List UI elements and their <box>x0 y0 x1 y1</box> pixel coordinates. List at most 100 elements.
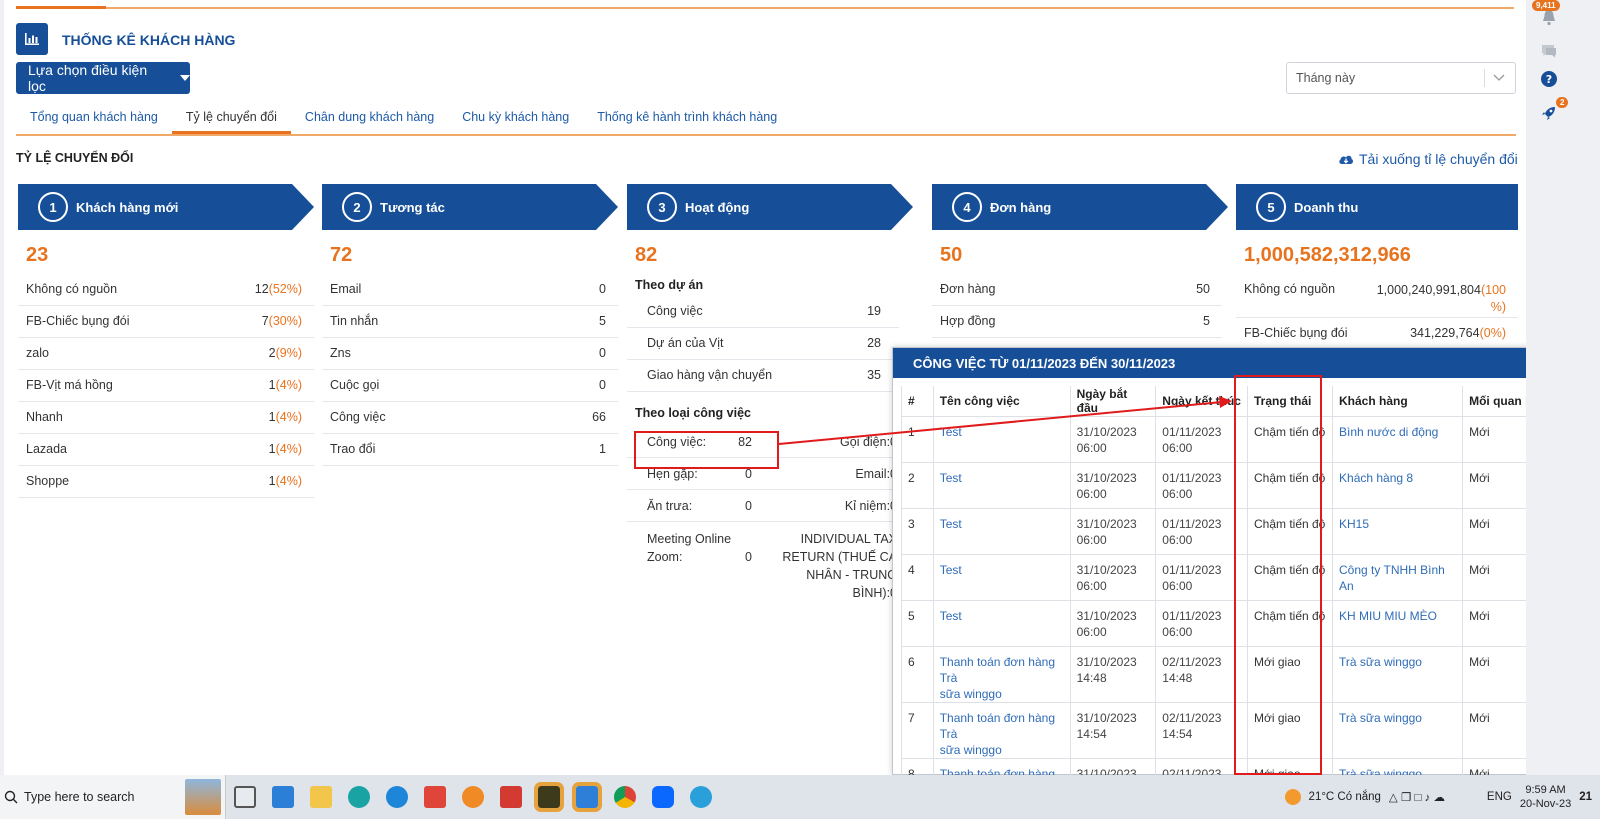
column-header: Tên công việc <box>932 386 1071 417</box>
row-percent: (4%) <box>275 410 302 424</box>
task-view-icon[interactable] <box>234 786 256 808</box>
caret-down-icon <box>180 75 190 81</box>
row-label: Giao hàng vận chuyển <box>647 368 773 382</box>
stage-revenue: 5 Doanh thu 1,000,582,312,966 Không có n… <box>1236 184 1518 350</box>
row-number: 3 <box>901 507 934 555</box>
date-text: 02/11/2023 <box>1162 710 1222 725</box>
tab-bar: Tổng quan khách hàng Tỷ lệ chuyển đổi Ch… <box>16 100 1516 136</box>
language-indicator[interactable]: ENG <box>1487 791 1512 803</box>
task-name-link[interactable]: Test <box>932 415 1071 463</box>
type-label: Kỉ niệm: <box>844 498 891 513</box>
stage-number: 2 <box>342 192 372 222</box>
filter-conditions-button[interactable]: Lựa chọn điều kiện lọc <box>16 62 190 94</box>
time-text: 06:00 <box>1076 440 1107 455</box>
customer-link[interactable]: KH MIU MIU MÈO <box>1332 599 1464 647</box>
firefox-icon[interactable] <box>462 786 484 808</box>
status-column-highlight <box>1234 375 1322 775</box>
time-text: 06:00 <box>1162 440 1193 455</box>
tab-customer-journey[interactable]: Thống kê hành trình khách hàng <box>583 100 791 134</box>
snipping-tool-icon[interactable] <box>572 782 602 812</box>
stage-total: 1,000,582,312,966 <box>1244 244 1411 266</box>
anydesk-icon[interactable] <box>500 786 522 808</box>
row-label: Shoppe <box>26 474 70 488</box>
tax-label-line: INDIVIDUAL TAX <box>800 532 897 546</box>
time-text: 14:48 <box>1162 670 1193 685</box>
row-value: 1 <box>268 410 276 424</box>
tab-conversion-rate[interactable]: Tỷ lệ chuyển đổi <box>171 100 291 134</box>
download-conversion-link[interactable]: Tải xuống tỉ lệ chuyển đổi <box>1338 151 1518 167</box>
row-percent: (9%) <box>275 346 302 360</box>
row-label: Cuộc gọi <box>330 378 380 392</box>
customer-link[interactable]: Công ty TNHH Bình An <box>1332 553 1464 601</box>
start-date-cell: 31/10/2023 06:00 <box>1069 599 1157 647</box>
file-explorer-icon[interactable] <box>310 786 332 808</box>
row-label: Nhanh <box>26 410 63 424</box>
task-name-link[interactable]: Thanh toán đơn hàng Trà sữa winggo <box>932 645 1071 703</box>
tab-overview[interactable]: Tổng quan khách hàng <box>16 100 172 134</box>
tax-label-line: RETURN (THUẾ CÁ <box>782 550 897 564</box>
customer-link[interactable]: Bình nước di động <box>1332 415 1464 463</box>
row-value: 1,000,240,991,804 <box>1376 283 1481 297</box>
row-number: 4 <box>901 553 934 601</box>
by-type-heading: Theo loại công việc <box>635 406 751 420</box>
customer-link[interactable]: KH15 <box>1332 507 1464 555</box>
row-percent: (4%) <box>275 378 302 392</box>
row-value: 28 <box>867 336 881 350</box>
time-text: 06:00 <box>1076 578 1107 593</box>
tray-icons[interactable]: △ ❐ □ ♪ ☁ <box>1389 790 1479 804</box>
chat-icon[interactable] <box>1540 42 1558 60</box>
list-item: Trao đổi 1 <box>322 434 618 466</box>
task-name-link[interactable]: Test <box>932 507 1071 555</box>
app-red-icon[interactable] <box>424 786 446 808</box>
by-project-heading: Theo dự án <box>635 278 704 292</box>
select-separator <box>1484 69 1485 87</box>
telegram-icon[interactable] <box>690 786 712 808</box>
stage-total: 72 <box>330 244 353 266</box>
column-header: Khách hàng <box>1332 386 1464 417</box>
task-name-line: sữa winggo <box>939 742 1002 757</box>
row-label: FB-Chiếc bụng đói <box>1244 326 1348 340</box>
time-text: 14:54 <box>1162 726 1193 741</box>
row-value: 50 <box>1196 282 1210 296</box>
weather-text[interactable]: 21°C Có nắng <box>1309 791 1381 803</box>
todo-icon[interactable] <box>272 786 294 808</box>
task-name-link[interactable]: Test <box>932 461 1071 509</box>
tab-customer-portrait[interactable]: Chân dung khách hàng <box>291 100 448 134</box>
date-text: 01/11/2023 <box>1162 470 1222 485</box>
tab-customer-cycle[interactable]: Chu kỳ khách hàng <box>448 100 583 134</box>
edge-icon[interactable] <box>348 786 370 808</box>
skype-icon[interactable] <box>386 786 408 808</box>
task-name-link[interactable]: Test <box>932 553 1071 601</box>
rocket-icon[interactable] <box>1540 104 1558 122</box>
table-row: 5 Test 31/10/2023 06:00 01/11/2023 06:00 C… <box>901 599 1551 647</box>
stage-label: Hoạt động <box>685 199 750 215</box>
list-item: Shoppe 1(4%) <box>18 466 314 498</box>
customer-link[interactable]: Trà sữa winggo <box>1332 645 1464 703</box>
task-name-link[interactable]: Thanh toán đơn hàng Trà sữa winggo <box>932 701 1071 759</box>
weather-sun-icon <box>1284 789 1301 805</box>
taskbar-search[interactable]: Type here to search <box>0 775 226 819</box>
row-label: Không có nguồn <box>26 282 118 296</box>
period-select[interactable]: Tháng này <box>1286 62 1516 94</box>
chrome-icon[interactable] <box>614 786 636 808</box>
zalo-icon[interactable] <box>652 786 674 808</box>
help-icon[interactable]: ? <box>1540 70 1558 88</box>
stage-number: 1 <box>38 192 68 222</box>
clock[interactable]: 9:59 AM 20-Nov-23 <box>1520 783 1571 811</box>
tasks-table: # Tên công việc Ngày bắt đầu Ngày kết th… <box>901 386 1551 805</box>
list-item: Cuộc gọi 0 <box>322 370 618 402</box>
download-label: Tải xuống tỉ lệ chuyển đổi <box>1359 151 1518 167</box>
customer-link[interactable]: Trà sữa winggo <box>1332 701 1464 759</box>
type-cell: Email:0 <box>772 467 897 481</box>
date-text: 31/10/2023 <box>1076 516 1137 531</box>
chevron-down-icon <box>1493 74 1505 81</box>
task-name-link[interactable]: Test <box>932 599 1071 647</box>
notification-center-count[interactable]: 21 <box>1579 791 1592 803</box>
row-value: 35 <box>867 368 881 382</box>
list-item: FB-Vịt má hồng 1(4%) <box>18 370 314 402</box>
type-value: 0 <box>745 498 752 513</box>
table-row: 6 Thanh toán đơn hàng Trà sữa winggo 31/1… <box>901 645 1551 703</box>
start-date-cell: 31/10/2023 06:00 <box>1069 461 1157 509</box>
customer-link[interactable]: Khách hàng 8 <box>1332 461 1464 509</box>
sticky-notes-icon[interactable] <box>534 782 564 812</box>
